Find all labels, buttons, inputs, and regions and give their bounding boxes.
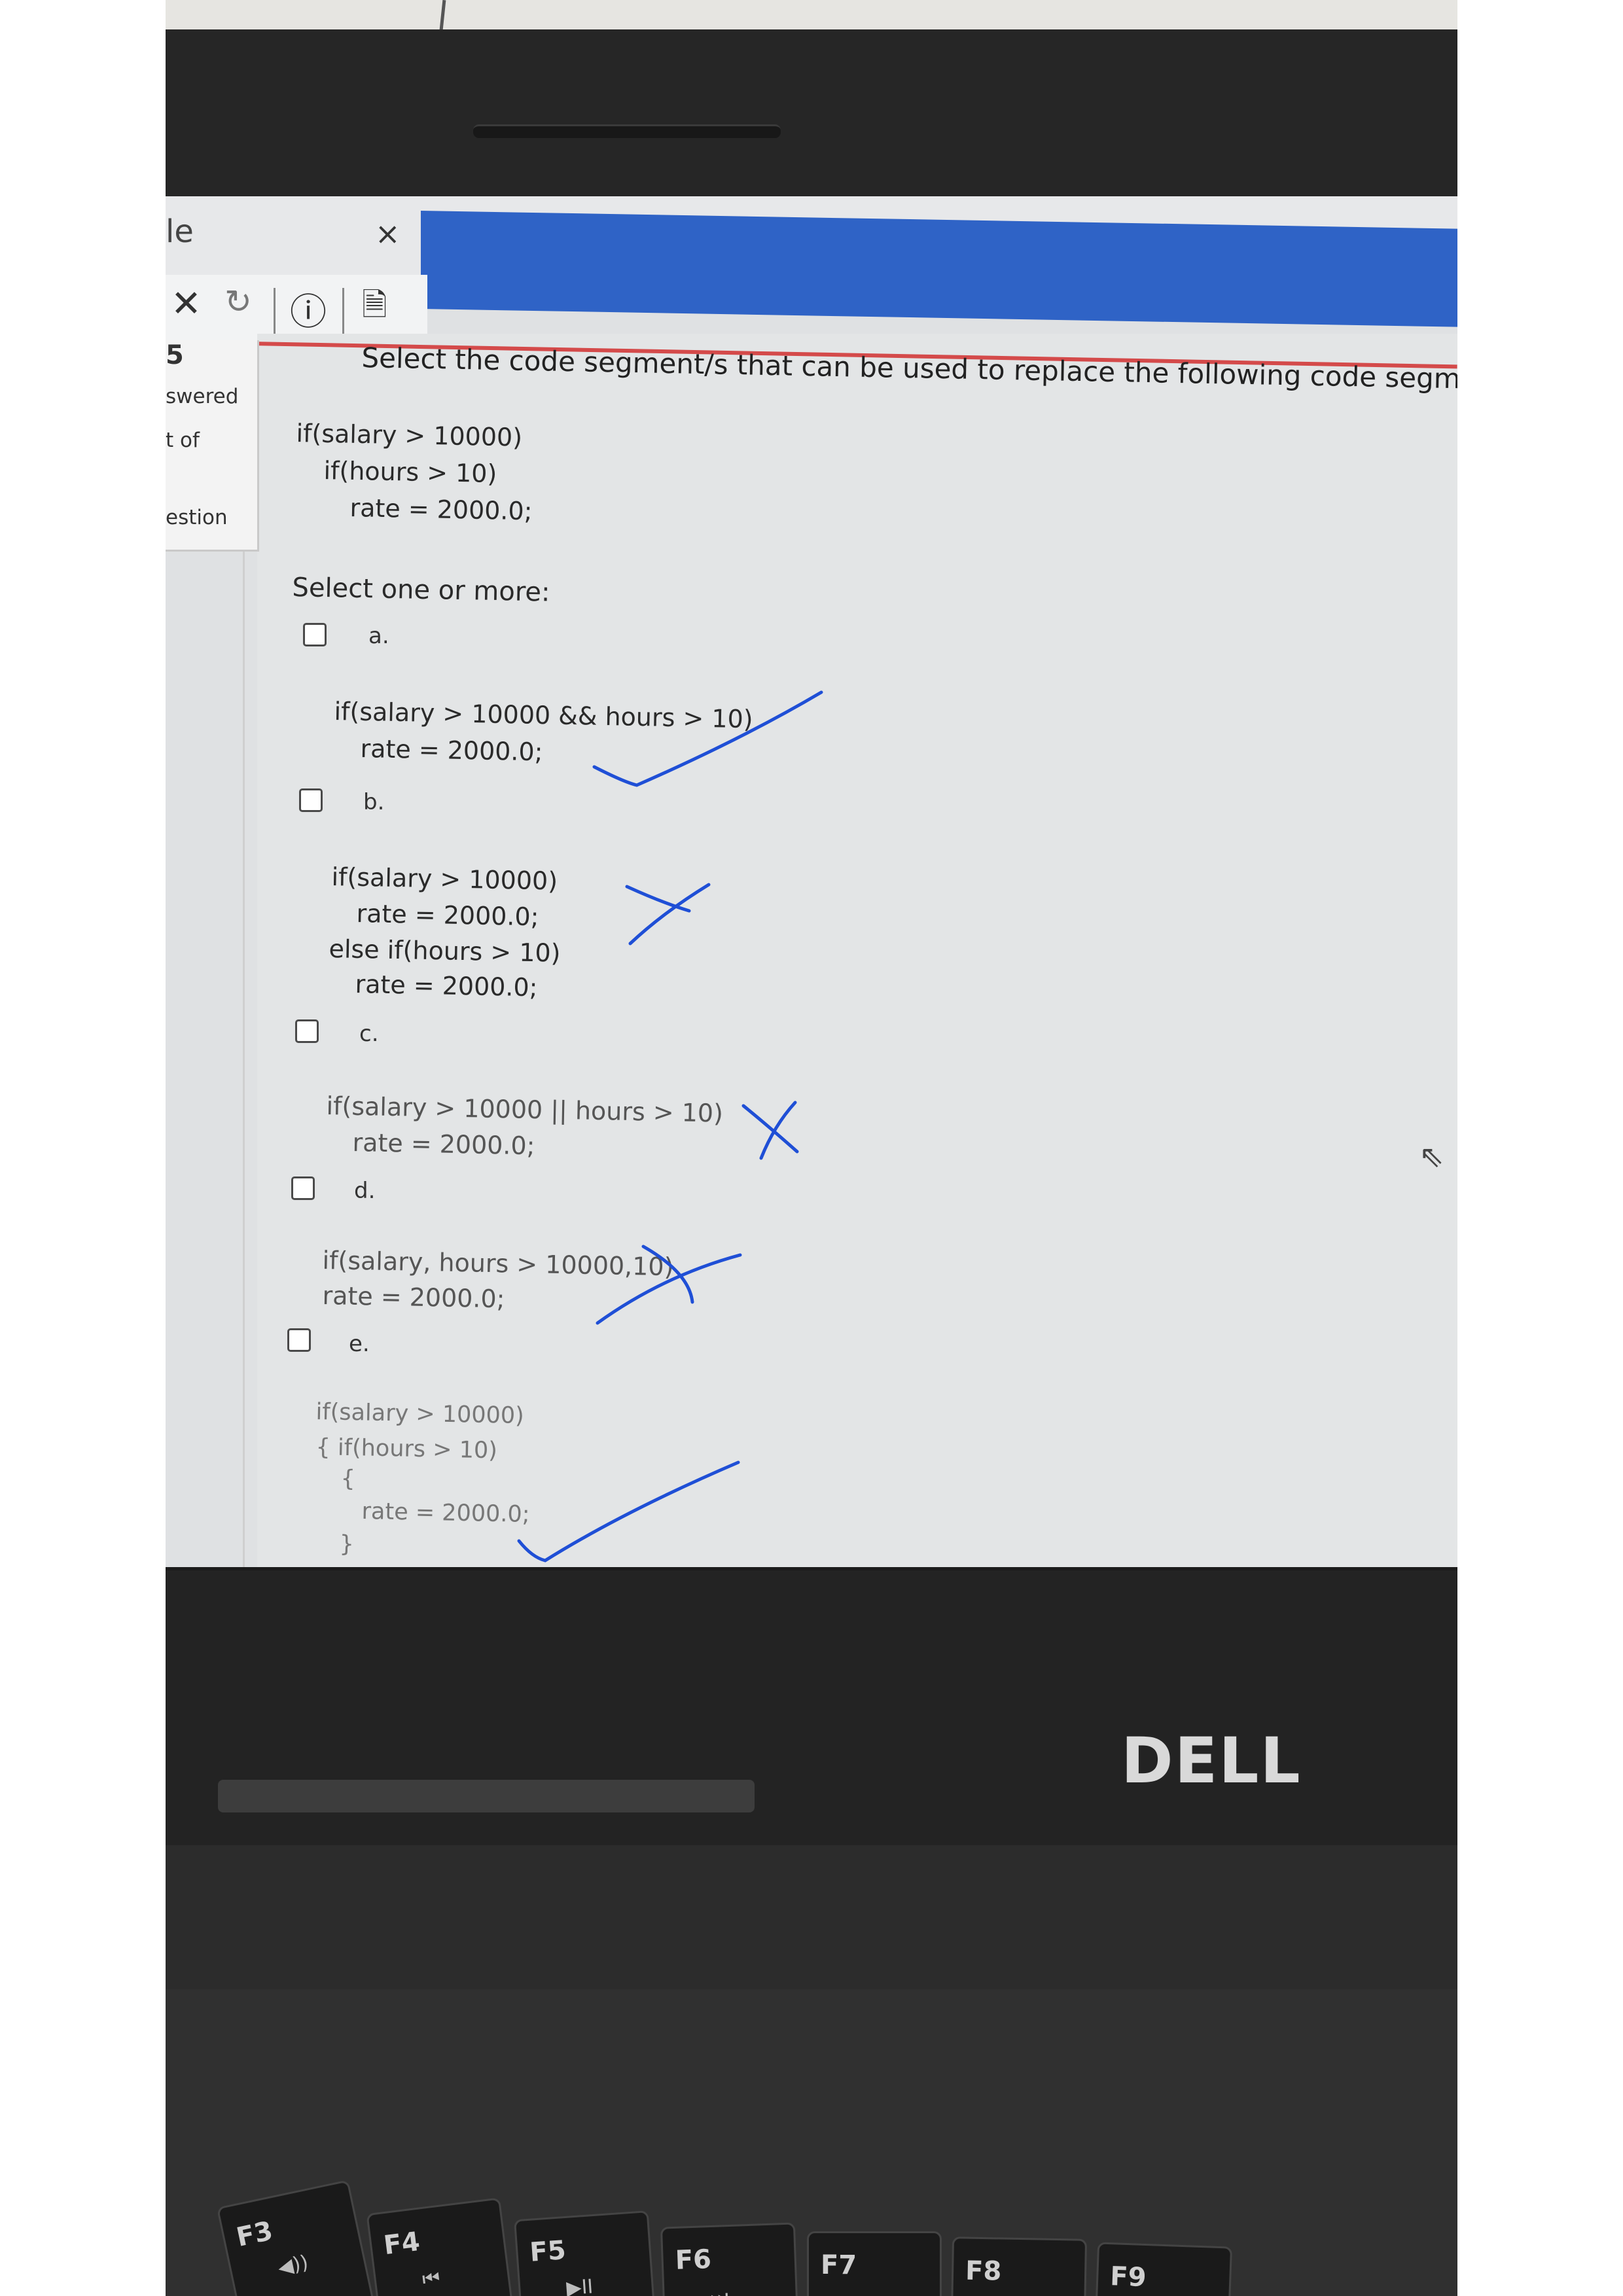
toolbar-divider: [274, 288, 276, 334]
question-code-line: if(salary > 10000): [296, 419, 523, 452]
question-number: 5: [166, 340, 184, 370]
option-b-label: b.: [363, 789, 385, 815]
key-f7[interactable]: F7: [807, 2231, 942, 2296]
reload-icon[interactable]: ↻: [224, 283, 252, 321]
option-a-label: a.: [368, 623, 389, 649]
tab-close-icon[interactable]: ×: [375, 216, 401, 251]
function-key-row: F3 ◀)) F4 ⏮ F5 ▶II F6 ⏭ F7 F8 F9: [166, 2159, 1457, 2296]
status-answered: swered: [166, 385, 239, 408]
stop-icon[interactable]: ✕: [171, 283, 202, 325]
content-left-border: [243, 537, 245, 1583]
option-b-checkbox[interactable]: [299, 788, 323, 812]
key-f3[interactable]: F3 ◀)): [216, 2180, 381, 2296]
key-f5-label: F5: [528, 2235, 567, 2268]
key-f8-label: F8: [965, 2255, 1002, 2287]
option-d-label: d.: [354, 1178, 376, 1204]
previous-track-icon: ⏮: [421, 2266, 442, 2291]
key-f4[interactable]: F4 ⏮: [366, 2197, 519, 2296]
next-track-icon: ⏭: [710, 2286, 728, 2296]
key-f7-label: F7: [821, 2250, 857, 2280]
option-d-code-line: rate = 2000.0;: [322, 1281, 505, 1314]
option-a-code-line: rate = 2000.0;: [360, 734, 543, 767]
option-d-checkbox[interactable]: [291, 1176, 315, 1200]
mouse-cursor-icon: ⇖: [1419, 1139, 1444, 1174]
marked-out-of: t of: [166, 429, 200, 452]
key-f8[interactable]: F8: [949, 2236, 1088, 2296]
laptop-bottom-bezel: [166, 1570, 1457, 1865]
option-e-label: e.: [349, 1331, 370, 1357]
volume-icon: ◀)): [276, 2251, 311, 2280]
info-icon[interactable]: ⓘ: [290, 283, 327, 336]
option-c-label: c.: [359, 1021, 379, 1047]
key-f9-label: F9: [1109, 2261, 1147, 2293]
laptop-top-bezel: [166, 29, 1457, 213]
option-e-code-line: }: [339, 1531, 355, 1558]
tab-title[interactable]: le: [166, 213, 194, 250]
select-hint: Select one or more:: [292, 573, 550, 608]
key-f5[interactable]: F5 ▶II: [514, 2210, 659, 2296]
option-e-checkbox[interactable]: [287, 1328, 311, 1352]
active-tab-strip: [421, 211, 1457, 327]
question-code-line: if(hours > 10): [323, 456, 497, 489]
photo-frame: le × ✕ ↻ ⓘ 🗎 5 swered t of estion Select…: [166, 0, 1457, 2296]
option-b-code-line: rate = 2000.0;: [355, 970, 538, 1002]
hinge-strip: [218, 1780, 755, 1812]
question-code-line: rate = 2000.0;: [349, 493, 533, 526]
key-f4-label: F4: [382, 2226, 422, 2261]
option-c-checkbox[interactable]: [295, 1019, 319, 1043]
webcam-slot: [473, 124, 781, 138]
option-e-code-line: if(salary > 10000): [315, 1399, 525, 1430]
dell-logo: DELL: [1121, 1724, 1302, 1797]
question-info-panel: 5 swered t of estion: [166, 340, 259, 552]
play-pause-icon: ▶II: [565, 2275, 594, 2296]
key-f3-label: F3: [234, 2216, 276, 2253]
key-f6-label: F6: [674, 2244, 712, 2276]
option-e-code-line: rate = 2000.0;: [361, 1498, 530, 1528]
option-b-code-line: else if(hours > 10): [329, 934, 561, 968]
toolbar-divider: [342, 288, 344, 334]
option-b-code-line: rate = 2000.0;: [356, 899, 539, 932]
option-a-checkbox[interactable]: [303, 623, 327, 646]
flag-question-link[interactable]: estion: [166, 506, 228, 529]
page-icon[interactable]: 🗎: [362, 283, 387, 336]
key-f9[interactable]: F9: [1092, 2242, 1233, 2296]
laptop-screen: le × ✕ ↻ ⓘ 🗎 5 swered t of estion Select…: [166, 196, 1457, 1583]
option-e-code-line: { if(hours > 10): [315, 1434, 498, 1464]
option-e-code-line: {: [340, 1466, 356, 1492]
key-f6[interactable]: F6 ⏭: [660, 2222, 801, 2296]
option-c-code-line: rate = 2000.0;: [352, 1128, 535, 1161]
option-b-code-line: if(salary > 10000): [331, 862, 558, 896]
